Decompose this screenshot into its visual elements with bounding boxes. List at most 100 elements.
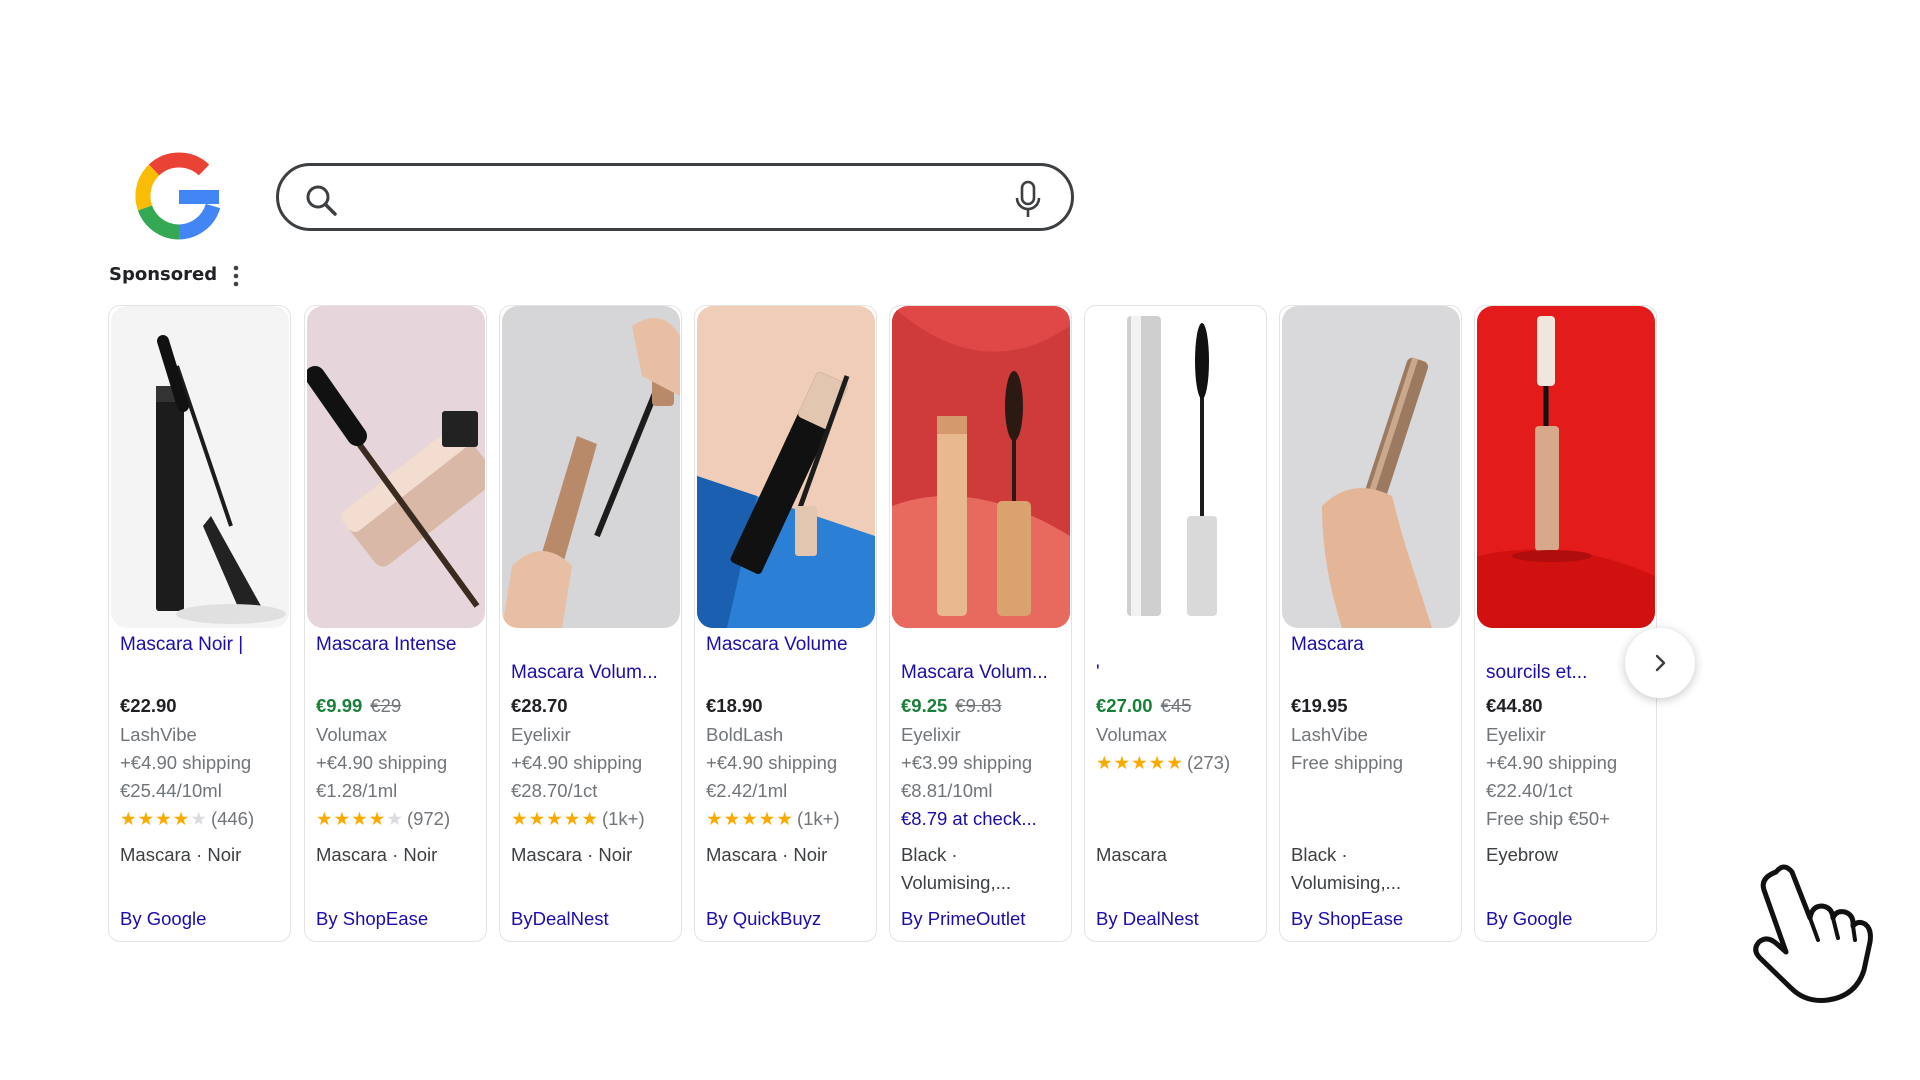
shipping-info: +€4.90 shipping	[511, 752, 643, 773]
price-row: €9.99 €29	[316, 694, 480, 718]
price-row: €27.00 €45	[1096, 694, 1260, 718]
sale-price: €9.25	[901, 695, 948, 716]
product-title[interactable]: Mascara Volum...	[511, 661, 675, 685]
product-card[interactable]: Mascara Intense €9.99 €29 Volumax +€4.90 …	[304, 305, 487, 942]
seller-link[interactable]: By PrimeOutlet	[901, 907, 1065, 931]
shipping-info: +€4.90 shipping	[316, 752, 448, 773]
product-attributes: Mascara · Noir	[511, 844, 633, 865]
star-rating-icon: ★★★★★	[120, 808, 208, 829]
google-g-logo[interactable]	[133, 150, 225, 242]
product-attributes: Mascara	[1096, 844, 1167, 865]
search-bar[interactable]	[276, 163, 1074, 231]
hand-pointer-icon	[1753, 864, 1873, 1003]
product-card[interactable]: ' €27.00 €45 Volumax ★★★★★ (273) Mascara B…	[1084, 305, 1267, 942]
shipping-promo: Free ship €50+	[1486, 808, 1610, 829]
product-price: €19.95	[1291, 695, 1348, 716]
merchant-name: LashVibe	[1291, 724, 1368, 745]
product-image[interactable]	[1282, 306, 1460, 628]
unit-price: €8.81/10ml	[901, 780, 993, 801]
stars-filled: ★★★★★	[706, 808, 794, 829]
product-carousel: Mascara Noir | €22.90 LashVibe +€4.90 sh…	[108, 305, 1698, 942]
product-attributes-more: Volumising,...	[1291, 872, 1402, 893]
seller-link[interactable]: By Google	[1486, 907, 1650, 931]
star-rating-icon: ★★★★★	[316, 808, 404, 829]
product-attributes: Black ·	[901, 844, 958, 865]
magnifier-icon[interactable]	[303, 182, 339, 218]
product-card[interactable]: Mascara Noir | €22.90 LashVibe +€4.90 sh…	[108, 305, 291, 942]
stars-filled: ★★★★★	[511, 808, 599, 829]
product-price: €22.90	[120, 695, 177, 716]
merchant-name: Volumax	[1096, 724, 1167, 745]
rating-row: ★★★★★ (273)	[1096, 751, 1260, 775]
shipping-info: +€4.90 shipping	[706, 752, 838, 773]
product-price: €28.70	[511, 695, 568, 716]
checkout-promo: €8.79 at check...	[901, 808, 1037, 829]
product-image[interactable]	[502, 306, 680, 628]
original-price: €9.83	[955, 695, 1002, 716]
product-image[interactable]	[892, 306, 1070, 628]
unit-price: €28.70/1ct	[511, 780, 598, 801]
stars-empty: ★	[190, 808, 208, 829]
product-attributes: Black ·	[1291, 844, 1348, 865]
seller-link[interactable]: By QuickBuyz	[706, 907, 870, 931]
review-count: (1k+)	[601, 808, 645, 829]
product-attributes: Eyebrow	[1486, 844, 1558, 865]
product-title[interactable]: '	[1096, 661, 1260, 685]
stars-filled: ★★★★	[316, 808, 387, 829]
product-image[interactable]	[1477, 306, 1655, 628]
seller-link[interactable]: ByDealNest	[511, 907, 675, 931]
product-title[interactable]: Mascara Noir |	[120, 633, 284, 657]
product-card[interactable]: Mascara Volum... €28.70 Eyelixir +€4.90 …	[499, 305, 682, 942]
stars-filled: ★★★★	[120, 808, 191, 829]
microphone-icon[interactable]	[1013, 180, 1043, 220]
product-image[interactable]	[697, 306, 875, 628]
price-row: €9.25 €9.83	[901, 694, 1065, 718]
product-card[interactable]: Mascara Volum... €9.25 €9.83 Eyelixir +€3…	[889, 305, 1072, 942]
product-price: €18.90	[706, 695, 763, 716]
unit-price: €1.28/1ml	[316, 780, 398, 801]
review-count: (972)	[406, 808, 451, 829]
unit-price: €22.40/1ct	[1486, 780, 1573, 801]
original-price: €45	[1160, 695, 1192, 716]
shipping-info: +€3.99 shipping	[901, 752, 1033, 773]
chevron-right-icon	[1655, 654, 1666, 672]
star-rating-icon: ★★★★★	[1096, 752, 1184, 773]
sponsored-label: Sponsored	[109, 264, 218, 285]
stars-empty: ★	[386, 808, 404, 829]
seller-link[interactable]: By ShopEase	[1291, 907, 1455, 931]
review-count: (1k+)	[796, 808, 840, 829]
product-attributes: Mascara · Noir	[316, 844, 438, 865]
sale-price: €27.00	[1096, 695, 1153, 716]
rating-row: ★★★★★ (446)	[120, 807, 284, 831]
stars-filled: ★★★★★	[1096, 752, 1184, 773]
unit-price: €2.42/1ml	[706, 780, 788, 801]
product-title[interactable]: Mascara Volum...	[901, 661, 1065, 685]
star-rating-icon: ★★★★★	[511, 808, 599, 829]
product-image[interactable]	[111, 306, 289, 628]
rating-row: ★★★★★ (972)	[316, 807, 480, 831]
rating-row: ★★★★★ (1k+)	[511, 807, 675, 831]
product-title[interactable]: Mascara Volume	[706, 633, 870, 657]
product-image[interactable]	[307, 306, 485, 628]
merchant-name: LashVibe	[120, 724, 197, 745]
three-dot-menu-icon[interactable]	[229, 264, 243, 288]
search-input[interactable]	[355, 176, 979, 222]
merchant-name: Eyelixir	[1486, 724, 1546, 745]
product-image[interactable]	[1087, 306, 1265, 628]
product-title[interactable]: Mascara	[1291, 633, 1455, 657]
review-count: (446)	[210, 808, 255, 829]
product-card[interactable]: Mascara Volume €18.90 BoldLash +€4.90 sh…	[694, 305, 877, 942]
unit-price: €25.44/10ml	[120, 780, 222, 801]
shipping-info: +€4.90 shipping	[1486, 752, 1618, 773]
seller-link[interactable]: By Google	[120, 907, 284, 931]
product-title[interactable]: Mascara Intense	[316, 633, 480, 657]
shipping-info: +€4.90 shipping	[120, 752, 252, 773]
seller-link[interactable]: By ShopEase	[316, 907, 480, 931]
rating-row: ★★★★★ (1k+)	[706, 807, 870, 831]
seller-link[interactable]: By DealNest	[1096, 907, 1260, 931]
product-card[interactable]: Mascara €19.95 LashVibe Free shipping Bl…	[1279, 305, 1462, 942]
merchant-name: Volumax	[316, 724, 387, 745]
sale-price: €9.99	[316, 695, 363, 716]
product-card[interactable]: sourcils et... €44.80 Eyelixir +€4.90 sh…	[1474, 305, 1657, 942]
carousel-next-button[interactable]	[1625, 628, 1695, 698]
